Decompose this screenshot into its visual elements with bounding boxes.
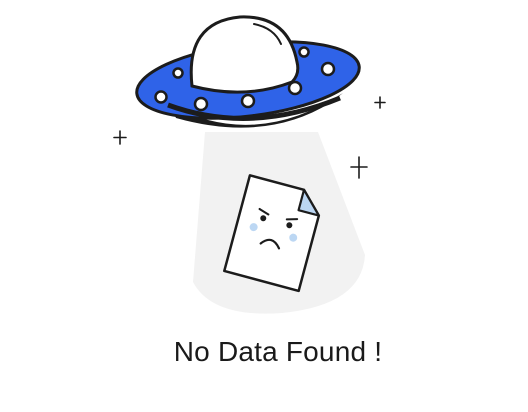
ufo-dome <box>189 15 300 94</box>
empty-state-panel: No Data Found ! <box>0 0 528 412</box>
ufo-abducting-document-icon <box>113 15 386 314</box>
empty-state-message: No Data Found ! <box>173 336 383 367</box>
ufo-icon <box>135 15 361 121</box>
